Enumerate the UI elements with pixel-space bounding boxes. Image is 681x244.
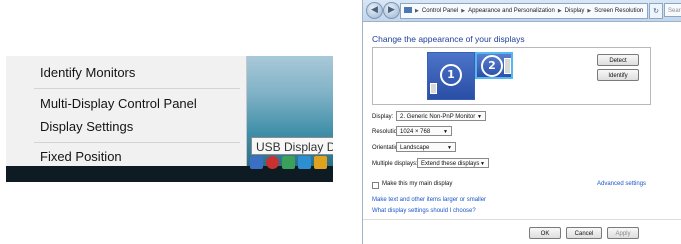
advanced-settings-link[interactable]: Advanced settings (597, 181, 646, 187)
menu-separator (34, 142, 240, 143)
network-tray-icon[interactable] (282, 156, 295, 169)
chevron-down-icon: ▼ (480, 161, 485, 167)
sync-tray-icon[interactable] (298, 156, 311, 169)
address-bar: ◀ ▶ ▶ Control Panel ▶ Appearance and Person… (363, 0, 681, 22)
menu-item-identify-monitors[interactable]: Identify Monitors (40, 65, 135, 80)
orientation-value: Landscape (400, 145, 430, 151)
breadcrumb[interactable]: ▶ Control Panel ▶ Appearance and Personaliz… (400, 3, 648, 19)
menu-item-display-settings[interactable]: Display Settings (40, 119, 133, 134)
multiple-displays-value: Extend these displays (421, 161, 480, 167)
monitor-2[interactable]: 2 (475, 52, 513, 79)
forward-button[interactable]: ▶ (383, 2, 400, 19)
text-size-link[interactable]: Make text and other items larger or smal… (372, 197, 486, 203)
menu-item-fixed-position[interactable]: Fixed Position (40, 149, 122, 164)
window-thumbnail (430, 83, 437, 94)
resolution-value: 1024 × 768 (400, 129, 431, 135)
menu-separator (34, 88, 240, 89)
chevron-down-icon: ▼ (443, 129, 448, 135)
chevron-down-icon: ▼ (447, 145, 452, 151)
main-display-label: Make this my main display (382, 181, 453, 187)
display-value: 2. Generic Non-PnP Monitor (400, 114, 476, 120)
menu-item-multi-display-control-panel[interactable]: Multi-Display Control Panel (40, 96, 197, 111)
ok-button[interactable]: OK (529, 227, 561, 239)
context-menu: Identify Monitors Multi-Display Control … (6, 56, 247, 166)
monitor-number: 2 (481, 55, 503, 77)
page-title: Change the appearance of your displays (372, 34, 525, 44)
back-button[interactable]: ◀ (366, 2, 383, 19)
usb-display-tray-icon[interactable] (250, 156, 263, 169)
security-tray-icon[interactable] (266, 156, 279, 169)
monitor-number: 1 (440, 64, 462, 86)
search-input[interactable]: Search Co (664, 3, 681, 17)
cancel-button[interactable]: Cancel (566, 227, 602, 239)
window-thumbnail (504, 58, 511, 74)
monitor-1[interactable]: 1 (427, 52, 475, 100)
main-display-checkbox[interactable] (372, 182, 379, 189)
refresh-icon[interactable]: ↻ (649, 3, 663, 19)
breadcrumb-item[interactable]: Appearance and Personalization (468, 8, 555, 14)
orientation-select[interactable]: Landscape ▼ (396, 142, 456, 152)
warning-tray-icon[interactable] (314, 156, 327, 169)
screen-resolution-window: ◀ ▶ ▶ Control Panel ▶ Appearance and Person… (362, 0, 681, 244)
display-select[interactable]: 2. Generic Non-PnP Monitor ▼ (396, 111, 486, 121)
display-settings-help-link[interactable]: What display settings should I choose? (372, 208, 476, 214)
display-label: Display: (372, 114, 394, 120)
identify-button[interactable]: Identify (597, 69, 639, 81)
control-panel-icon (404, 7, 412, 13)
breadcrumb-item[interactable]: Control Panel (422, 8, 458, 14)
multiple-displays-select[interactable]: Extend these displays ▼ (417, 158, 489, 168)
resolution-select[interactable]: 1024 × 768 ▼ (396, 126, 452, 136)
footer-divider (363, 219, 681, 220)
chevron-down-icon[interactable]: ▼ (646, 8, 647, 14)
chevron-right-icon: ▶ (415, 8, 419, 14)
chevron-right-icon: ▶ (587, 8, 592, 14)
chevron-right-icon: ▶ (557, 8, 562, 14)
system-tray (250, 156, 327, 176)
context-menu-screenshot: Identify Monitors Multi-Display Control … (6, 56, 333, 182)
detect-button[interactable]: Detect (597, 54, 639, 66)
multiple-displays-label: Multiple displays: (372, 161, 418, 167)
chevron-down-icon: ▼ (477, 114, 482, 120)
breadcrumb-item[interactable]: Screen Resolution (594, 8, 643, 14)
apply-button[interactable]: Apply (607, 227, 639, 239)
chevron-right-icon: ▶ (461, 8, 466, 14)
breadcrumb-item[interactable]: Display (565, 8, 585, 14)
usb-display-tooltip: USB Display De (251, 137, 333, 155)
